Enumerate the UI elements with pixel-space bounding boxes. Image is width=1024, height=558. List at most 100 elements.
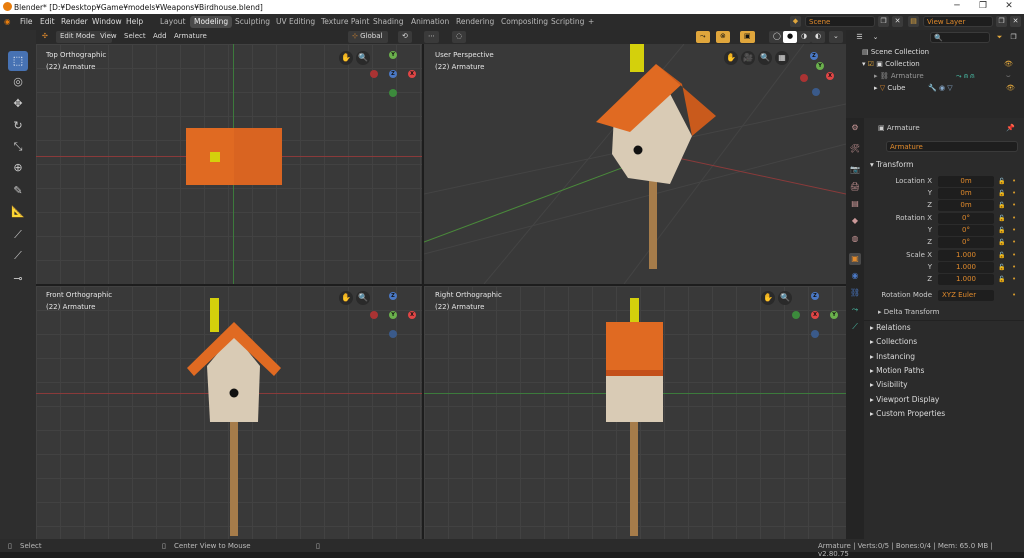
gizmo-y-axis-icon[interactable]: Y	[389, 51, 397, 59]
tab-texture-paint[interactable]: Texture Paint	[317, 16, 373, 28]
menu-view[interactable]: View	[96, 31, 121, 43]
menu-file[interactable]: File	[20, 17, 33, 26]
gizmo-neg-x-icon[interactable]	[800, 74, 808, 82]
zoom-icon[interactable]: 🔍	[778, 291, 792, 305]
keyframe-dot-icon[interactable]: •	[1012, 176, 1016, 187]
cube-row[interactable]: ▸ ▽ Cube 🔧 ◉ ▽ 👁	[874, 83, 1024, 94]
tab-sculpting[interactable]: Sculpting	[231, 16, 274, 28]
gizmo-z-axis-icon[interactable]: Z	[811, 292, 819, 300]
outliner-editor-icon[interactable]: ☰	[854, 32, 865, 43]
gizmo-neg-z-icon[interactable]	[389, 330, 397, 338]
new-scene-icon[interactable]: ❐	[878, 16, 889, 27]
keyframe-dot-icon[interactable]: •	[1012, 237, 1016, 248]
tool-tab-icon[interactable]: 🛠	[849, 143, 861, 155]
gizmo-y-axis-icon[interactable]: Y	[816, 62, 824, 70]
bone-envelope-icon[interactable]: ⟋	[8, 246, 28, 266]
gizmo-y-axis-icon[interactable]: Y	[389, 311, 397, 319]
tab-animation[interactable]: Animation	[407, 16, 453, 28]
motion-paths-panel-header[interactable]: ▸ Motion Paths	[870, 366, 924, 375]
object-name-field[interactable]: Armature	[886, 141, 1018, 152]
xray-icon[interactable]: ▣	[740, 31, 755, 43]
select-box-icon[interactable]: ⬚	[8, 51, 28, 71]
location-y-field[interactable]: 0m	[938, 188, 994, 199]
menu-select[interactable]: Select	[120, 31, 150, 43]
zoom-icon[interactable]: 🔍	[356, 51, 370, 65]
orientation-select[interactable]: ⊹ Global	[348, 31, 388, 43]
gizmo-icon[interactable]: ⤳	[696, 31, 710, 43]
keyframe-dot-icon[interactable]: •	[1012, 213, 1016, 224]
blender-menu-icon[interactable]: ◉	[4, 17, 11, 26]
gizmo-neg-x-icon[interactable]	[370, 311, 378, 319]
lock-icon[interactable]: 🔓	[998, 225, 1005, 236]
pan-hand-icon[interactable]: ✋	[724, 51, 738, 65]
transform-panel-header[interactable]: ▾ Transform	[870, 160, 913, 169]
collections-panel-header[interactable]: ▸ Collections	[870, 337, 917, 346]
close-icon[interactable]: ✕	[996, 1, 1022, 11]
instancing-panel-header[interactable]: ▸ Instancing	[870, 352, 915, 361]
keyframe-dot-icon[interactable]: •	[1012, 250, 1016, 261]
eye-icon[interactable]: 👁	[1004, 59, 1013, 70]
keyframe-dot-icon[interactable]: •	[1012, 225, 1016, 236]
gizmo-neg-z-icon[interactable]	[811, 330, 819, 338]
object-data-tab-icon[interactable]: ⤳	[849, 304, 861, 316]
delete-scene-icon[interactable]: ✕	[892, 16, 903, 27]
tab-uv-editing[interactable]: UV Editing	[272, 16, 319, 28]
eye-icon[interactable]: 👁	[1006, 83, 1015, 94]
delete-view-layer-icon[interactable]: ✕	[1010, 16, 1021, 27]
lock-icon[interactable]: 🔓	[998, 237, 1005, 248]
keyframe-dot-icon[interactable]: •	[1012, 290, 1016, 301]
move-icon[interactable]: ✥	[8, 94, 28, 114]
solid-shading-icon[interactable]: ●	[783, 31, 798, 43]
outliner-search-input[interactable]: 🔍	[930, 32, 990, 43]
rendered-shading-icon[interactable]: ◐	[811, 31, 826, 43]
visibility-panel-header[interactable]: ▸ Visibility	[870, 380, 908, 389]
overlay-icon[interactable]: ⊗	[716, 31, 730, 43]
pivot-icon[interactable]: ⟲	[398, 31, 412, 43]
pan-hand-icon[interactable]: ✋	[339, 291, 353, 305]
scale-y-field[interactable]: 1.000	[938, 262, 994, 273]
lock-icon[interactable]: 🔓	[998, 188, 1005, 199]
bone-tab-icon[interactable]: ⟋	[849, 321, 861, 333]
viewport-top-ortho[interactable]: Top Orthographic (22) Armature ✋ 🔍 Y Z X	[36, 44, 422, 284]
gizmo-y-axis-icon[interactable]: Y	[830, 311, 838, 319]
scene-field[interactable]: Scene	[805, 16, 875, 27]
keyframe-dot-icon[interactable]: •	[1012, 262, 1016, 273]
pin-icon[interactable]: 📌	[1006, 123, 1015, 134]
armature-row[interactable]: ▸ ⛓ Armature ⤳ ⍝ ⍝ ⌣	[874, 71, 1024, 82]
menu-window[interactable]: Window	[92, 17, 122, 26]
collection-row[interactable]: ▾ ☑ ▣ Collection 👁	[862, 59, 1022, 70]
gizmo-neg-z-icon[interactable]	[812, 88, 820, 96]
measure-icon[interactable]: 📐	[8, 202, 28, 222]
scale-x-field[interactable]: 1.000	[938, 250, 994, 261]
keyframe-dot-icon[interactable]: •	[1012, 188, 1016, 199]
gizmo-x-axis-icon[interactable]: X	[826, 72, 834, 80]
new-view-layer-icon[interactable]: ❐	[996, 16, 1007, 27]
snap-icon[interactable]: ⋯	[424, 31, 439, 43]
bone-size-icon[interactable]: ⟋	[8, 225, 28, 245]
lock-icon[interactable]: 🔓	[998, 200, 1005, 211]
extrude-icon[interactable]: ⊸	[8, 269, 28, 289]
gizmo-z-axis-icon[interactable]: Z	[389, 70, 397, 78]
delta-transform-header[interactable]: ▸ Delta Transform	[878, 308, 939, 316]
lock-icon[interactable]: 🔓	[998, 250, 1005, 261]
menu-armature[interactable]: Armature	[170, 31, 211, 43]
rotation-y-field[interactable]: 0°	[938, 225, 994, 236]
scene-icon[interactable]: ◆	[790, 16, 801, 27]
gizmo-x-axis-icon[interactable]: X	[408, 70, 416, 78]
filter-icon[interactable]: ⏷	[994, 32, 1005, 43]
gizmo-z-axis-icon[interactable]: Z	[810, 52, 818, 60]
pan-hand-icon[interactable]: ✋	[339, 51, 353, 65]
cursor-icon[interactable]: ◎	[8, 72, 28, 92]
properties-editor-icon[interactable]: ⚙	[849, 122, 861, 134]
viewport-user-perspective[interactable]: User Perspective (22) Armature ✋ 🎥 🔍 ▦ Z…	[424, 44, 846, 284]
editor-type-icon[interactable]: ✣	[38, 31, 52, 43]
gizmo-neg-y-icon[interactable]	[792, 311, 800, 319]
checkbox-icon[interactable]: ☑	[868, 60, 877, 68]
menu-help[interactable]: Help	[126, 17, 143, 26]
camera-view-icon[interactable]: 🎥	[741, 51, 755, 65]
menu-add[interactable]: Add	[149, 31, 171, 43]
viewport-front-ortho[interactable]: Front Orthographic (22) Armature ✋ 🔍 Z Y…	[36, 286, 422, 539]
gizmo-x-axis-icon[interactable]: X	[811, 311, 819, 319]
rotation-mode-select[interactable]: XYZ Euler	[938, 290, 994, 301]
relations-panel-header[interactable]: ▸ Relations	[870, 323, 911, 332]
